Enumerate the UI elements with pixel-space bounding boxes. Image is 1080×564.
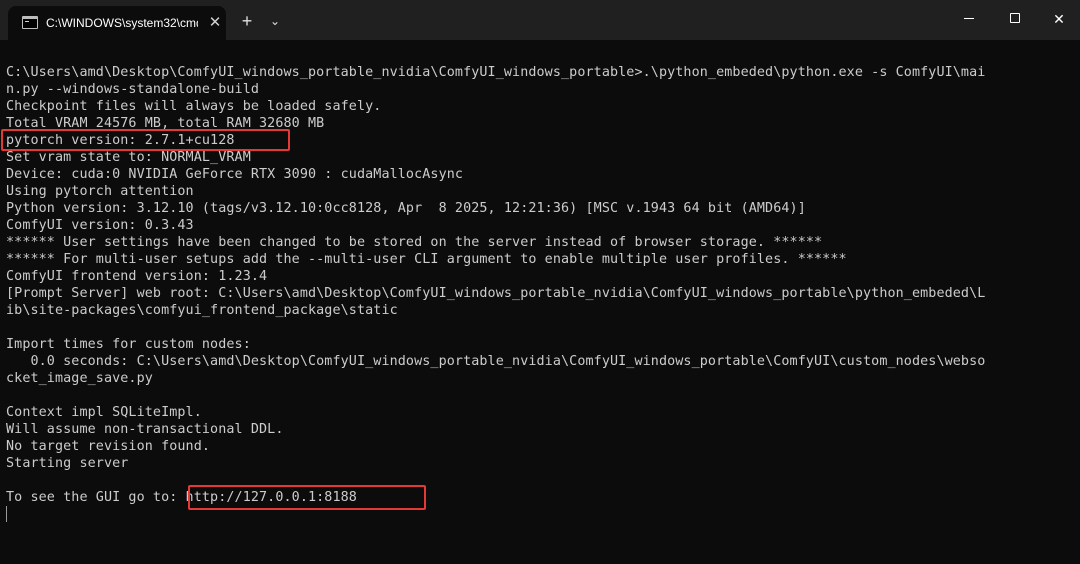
terminal-line: ib\site-packages\comfyui_frontend_packag… bbox=[6, 303, 398, 318]
terminal-icon bbox=[22, 16, 38, 29]
terminal-line: ****** User settings have been changed t… bbox=[6, 235, 823, 250]
pytorch-version-highlight bbox=[1, 129, 290, 151]
title-bar: C:\WINDOWS\system32\cmd.e ✕ + ⌄ ✕ bbox=[0, 0, 1080, 40]
terminal-line: Set vram state to: NORMAL_VRAM bbox=[6, 150, 251, 165]
terminal-line: ComfyUI frontend version: 1.23.4 bbox=[6, 269, 268, 284]
minimize-icon bbox=[964, 18, 974, 19]
tab-title: C:\WINDOWS\system32\cmd.e bbox=[46, 16, 198, 30]
terminal-line: 0.0 seconds: C:\Users\amd\Desktop\ComfyU… bbox=[6, 354, 986, 369]
chevron-down-icon[interactable]: ⌄ bbox=[264, 10, 286, 32]
terminal-line: Checkpoint files will always be loaded s… bbox=[6, 99, 382, 114]
terminal-line: Import times for custom nodes: bbox=[6, 337, 251, 352]
terminal-line: ****** For multi-user setups add the --m… bbox=[6, 252, 847, 267]
terminal-line: Python version: 3.12.10 (tags/v3.12.10:0… bbox=[6, 201, 806, 216]
terminal-line: [Prompt Server] web root: C:\Users\amd\D… bbox=[6, 286, 986, 301]
terminal-line: No target revision found. bbox=[6, 439, 211, 454]
maximize-button[interactable] bbox=[992, 0, 1038, 38]
terminal-line: ComfyUI version: 0.3.43 bbox=[6, 218, 194, 233]
terminal-output[interactable]: C:\Users\amd\Desktop\ComfyUI_windows_por… bbox=[0, 40, 1080, 564]
terminal-line: n.py --windows-standalone-build bbox=[6, 82, 260, 97]
close-button[interactable]: ✕ bbox=[1036, 0, 1080, 38]
minimize-button[interactable] bbox=[946, 0, 992, 38]
terminal-line: C:\Users\amd\Desktop\ComfyUI_windows_por… bbox=[6, 65, 986, 80]
tab-cmd[interactable]: C:\WINDOWS\system32\cmd.e ✕ bbox=[8, 6, 226, 40]
terminal-line: Starting server bbox=[6, 456, 129, 471]
terminal-line: Device: cuda:0 NVIDIA GeForce RTX 3090 :… bbox=[6, 167, 464, 182]
text-cursor bbox=[6, 506, 7, 522]
new-tab-button[interactable]: + bbox=[236, 10, 258, 32]
terminal-line: cket_image_save.py bbox=[6, 371, 153, 386]
close-tab-icon[interactable]: ✕ bbox=[206, 14, 224, 32]
terminal-line: Using pytorch attention bbox=[6, 184, 194, 199]
gui-url-highlight bbox=[188, 485, 426, 510]
close-icon: ✕ bbox=[1053, 11, 1065, 27]
maximize-icon bbox=[1010, 13, 1020, 23]
terminal-line: Context impl SQLiteImpl. bbox=[6, 405, 202, 420]
terminal-line: Will assume non-transactional DDL. bbox=[6, 422, 284, 437]
